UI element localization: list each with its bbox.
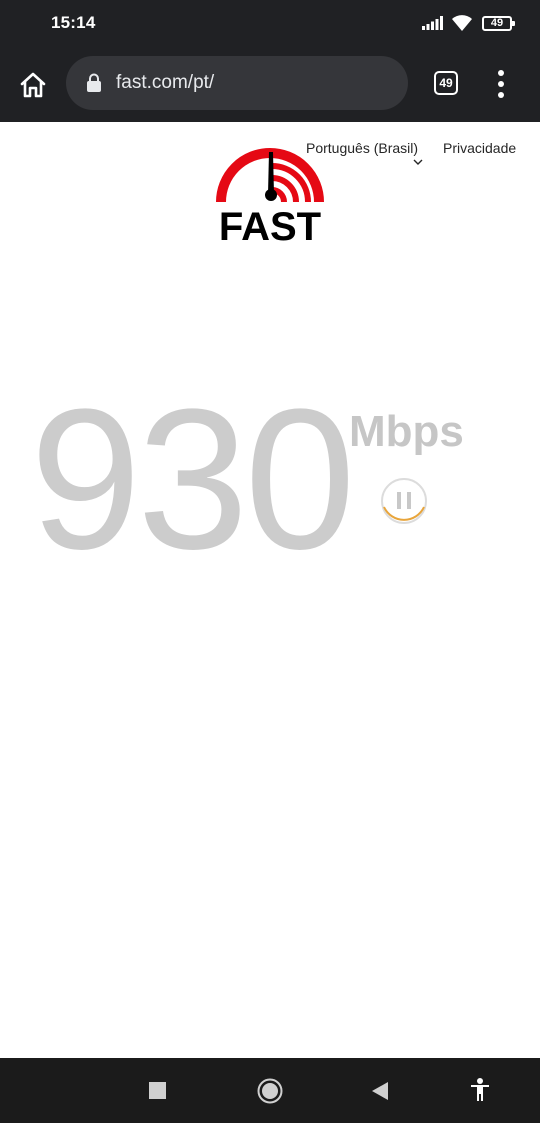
overflow-menu-icon[interactable] bbox=[492, 70, 510, 98]
pause-button[interactable] bbox=[380, 477, 428, 525]
home-circle-icon[interactable] bbox=[257, 1078, 283, 1104]
accessibility-icon[interactable] bbox=[470, 1078, 490, 1102]
battery-icon: 49 bbox=[482, 15, 515, 31]
tabs-button[interactable]: 49 bbox=[434, 71, 458, 95]
lock-icon bbox=[87, 73, 101, 92]
home-icon bbox=[20, 72, 46, 98]
system-nav-bar bbox=[0, 1058, 540, 1123]
back-triangle-icon[interactable] bbox=[371, 1082, 389, 1100]
speed-unit: Mbps bbox=[349, 407, 464, 456]
language-selector[interactable]: Português (Brasil) bbox=[306, 140, 418, 156]
pause-icon bbox=[397, 492, 411, 509]
url-text: fast.com/pt/ bbox=[116, 72, 215, 93]
browser-toolbar: fast.com/pt/ 49 bbox=[0, 46, 540, 122]
logo-text: FAST bbox=[219, 205, 321, 242]
page-content: FAST Português (Brasil) Privacidade 930 … bbox=[0, 122, 540, 1058]
privacy-link[interactable]: Privacidade bbox=[443, 140, 516, 156]
chevron-down-icon bbox=[413, 159, 423, 165]
status-bar: 15:14 49 bbox=[0, 0, 540, 46]
tabs-icon: 49 bbox=[439, 76, 453, 90]
status-icons: 49 bbox=[422, 13, 515, 33]
address-bar[interactable]: fast.com/pt/ bbox=[66, 56, 408, 110]
wifi-icon bbox=[452, 15, 472, 31]
home-button[interactable] bbox=[14, 66, 52, 104]
speed-value: 930 bbox=[30, 368, 356, 591]
recents-square-icon[interactable] bbox=[149, 1082, 166, 1099]
signal-icon bbox=[422, 16, 443, 30]
status-time: 15:14 bbox=[51, 13, 96, 32]
battery-level: 49 bbox=[490, 16, 504, 29]
